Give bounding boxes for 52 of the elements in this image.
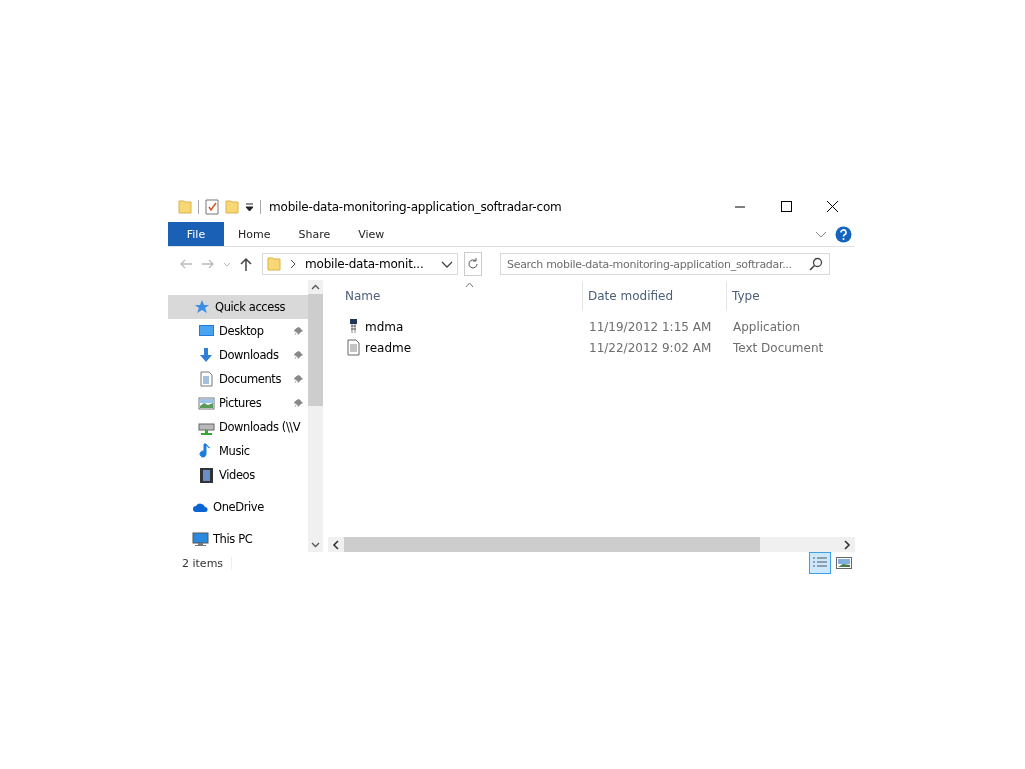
file-menu-button[interactable]: File: [168, 222, 224, 246]
monitor-icon: [192, 530, 209, 548]
document-icon: [198, 370, 215, 388]
picture-icon: [198, 394, 215, 412]
star-icon: [194, 298, 211, 316]
ribbon-tab[interactable]: Share: [284, 222, 345, 246]
up-arrow-icon[interactable]: [238, 256, 254, 272]
chevron-right-icon[interactable]: [843, 539, 851, 550]
sidebar-item[interactable]: This PC: [168, 527, 308, 551]
search-field[interactable]: Search mobile-data-monitoring-application_softradar...: [500, 253, 830, 275]
chevron-up-icon[interactable]: [311, 284, 320, 290]
folder-icon: [178, 199, 192, 215]
ribbon-tab[interactable]: Home: [224, 222, 285, 246]
folder-icon: [267, 256, 281, 272]
table-cell-text: 11/19/2012 1:15 AM: [588, 319, 713, 334]
table-cell-text: 11/22/2012 9:02 AM: [588, 340, 713, 355]
sidebar-item[interactable]: Pictures: [168, 391, 308, 415]
column-header[interactable]: Type: [727, 282, 855, 310]
column-header[interactable]: Date modified: [583, 282, 727, 310]
sidebar-item[interactable]: OneDrive: [168, 495, 308, 519]
chevron-right-icon: [289, 259, 297, 269]
refresh-icon[interactable]: [464, 252, 482, 276]
search-icon: [809, 257, 823, 271]
help-icon[interactable]: [835, 225, 852, 243]
vertical-scrollbar[interactable]: [308, 280, 323, 552]
item-count: 2 items: [182, 556, 233, 570]
text-file-icon: [345, 339, 362, 356]
sidebar-item[interactable]: Downloads (\\V: [168, 415, 308, 439]
sidebar-item[interactable]: Music: [168, 439, 308, 463]
scroll-thumb[interactable]: [308, 294, 323, 406]
sidebar-item[interactable]: Quick access: [168, 295, 308, 319]
sidebar-item[interactable]: Documents: [168, 367, 308, 391]
window-title: mobile-data-monitoring-application_softradar-com: [269, 200, 562, 214]
sidebar-item[interactable]: Downloads: [168, 343, 308, 367]
table-cell-text: Application: [732, 319, 802, 334]
scroll-thumb[interactable]: [344, 537, 760, 552]
ribbon-tab[interactable]: View: [344, 222, 399, 246]
properties-icon[interactable]: [205, 199, 219, 215]
file-name[interactable]: mdma: [328, 318, 583, 335]
file-name[interactable]: readme: [328, 339, 583, 356]
chevron-down-icon[interactable]: [311, 542, 320, 548]
address-bar[interactable]: mobile-data-monit...: [262, 253, 458, 275]
sidebar-item[interactable]: Videos: [168, 463, 308, 487]
dropdown-icon[interactable]: [245, 202, 254, 212]
sidebar-item[interactable]: Desktop: [168, 319, 308, 343]
film-icon: [198, 466, 215, 484]
table-cell-text: Text Document: [732, 340, 825, 355]
address-path: mobile-data-monit...: [305, 257, 425, 271]
column-header[interactable]: Name: [328, 282, 583, 310]
down-arrow-icon: [198, 346, 215, 364]
chevron-left-icon[interactable]: [332, 539, 340, 550]
horizontal-scrollbar[interactable]: [328, 537, 855, 552]
